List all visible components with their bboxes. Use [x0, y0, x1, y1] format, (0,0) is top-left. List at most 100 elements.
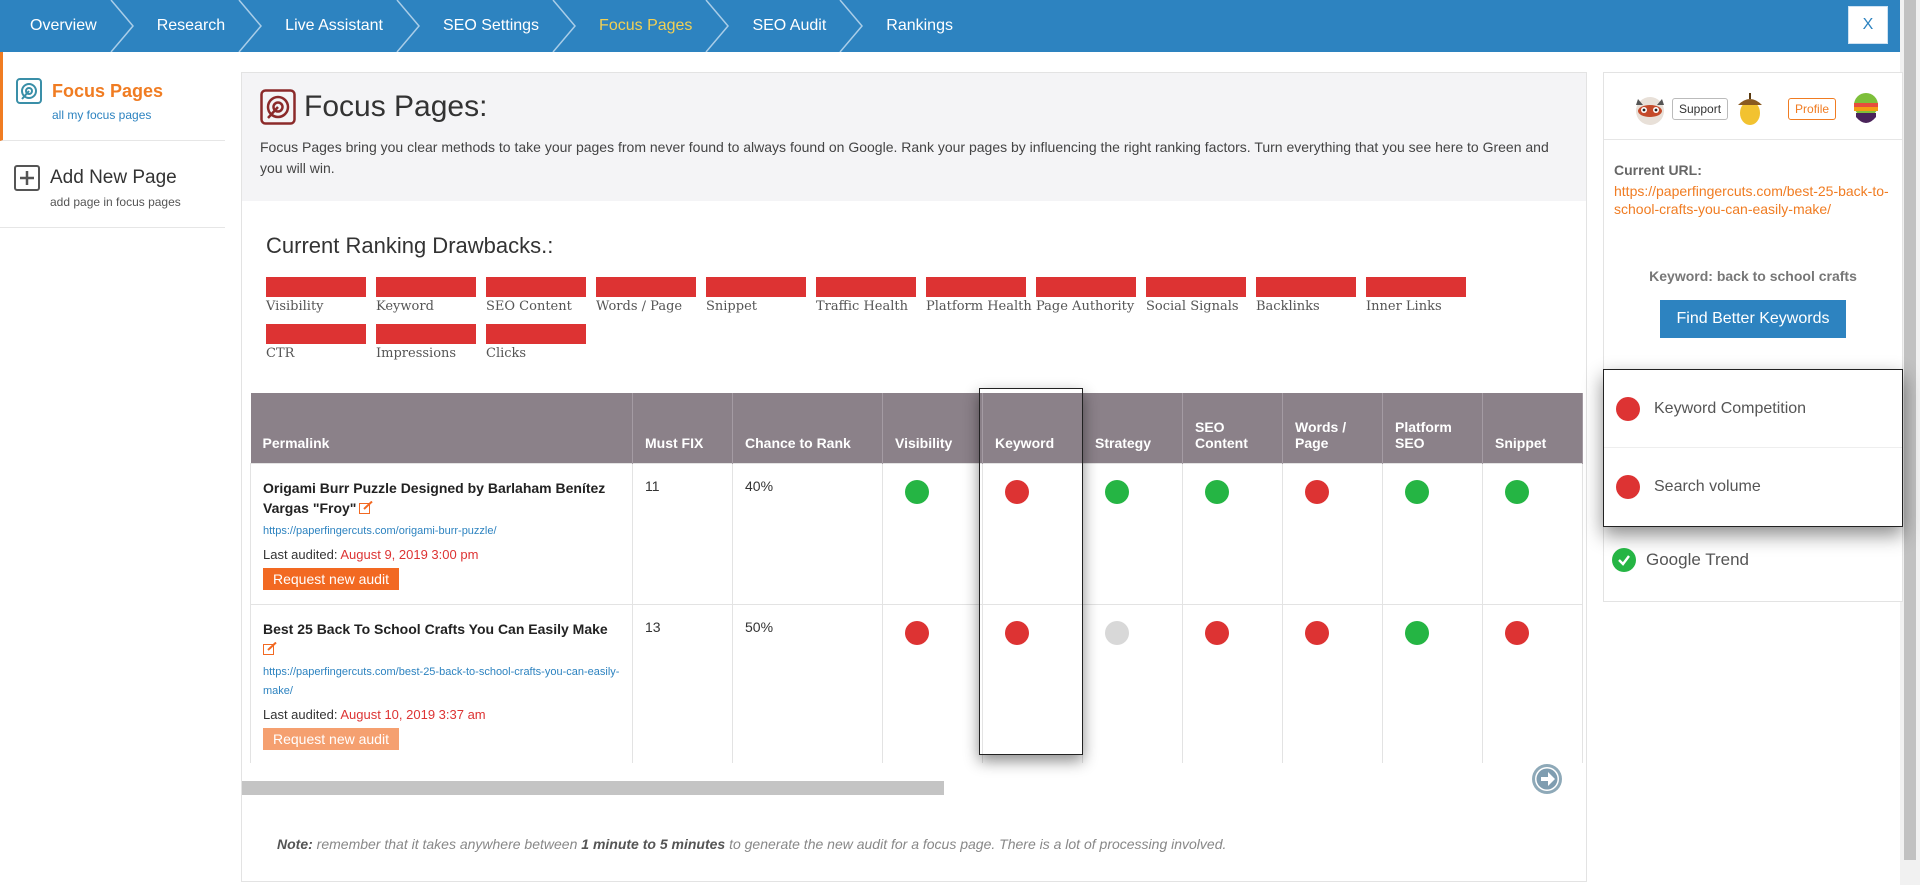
drawback-bar: [596, 277, 696, 297]
page-title-link[interactable]: Origami Burr Puzzle Designed by Barlaham…: [263, 478, 620, 518]
strategy-cell: [1082, 603, 1183, 763]
page-title-link[interactable]: Best 25 Back To School Crafts You Can Ea…: [263, 619, 620, 659]
edit-icon[interactable]: [359, 500, 374, 514]
page-header: Focus Pages: Focus Pages bring you clear…: [242, 73, 1586, 201]
request-new-audit-button[interactable]: Request new audit: [263, 567, 399, 590]
visibility-cell: [882, 603, 983, 763]
drawback-label: SEO Content: [486, 299, 572, 314]
crumb-label: SEO Audit: [752, 17, 827, 34]
crumb-live-assistant[interactable]: Live Assistant: [255, 0, 420, 52]
support-button[interactable]: Support: [1672, 98, 1729, 120]
drawback-tags: Visibility Keyword SEO Content Words / Page…: [266, 277, 1476, 371]
acorn-icon[interactable]: [1732, 91, 1768, 127]
crumb-seo-settings[interactable]: SEO Settings: [413, 0, 577, 52]
check-label: Google Trend: [1646, 550, 1750, 569]
drawback-bar: [376, 277, 476, 297]
keyword-cell: [982, 603, 1083, 763]
drawback-bar: [1036, 277, 1136, 297]
status-dot: [1405, 479, 1429, 504]
raccoon-mascot-icon[interactable]: [1632, 91, 1668, 127]
crumb-seo-audit[interactable]: SEO Audit: [722, 0, 864, 52]
status-dot[interactable]: [1005, 620, 1029, 645]
permalink-cell: Origami Burr Puzzle Designed by Barlaham…: [250, 462, 633, 605]
scrollbar-thumb[interactable]: [1904, 0, 1916, 860]
page-title-text: Best 25 Back To School Crafts You Can Ea…: [263, 620, 608, 637]
status-dot: [1505, 479, 1529, 504]
drawback-tag: Inner Links: [1366, 277, 1476, 314]
words-page-cell: [1282, 462, 1383, 605]
drawback-tag: Social Signals: [1146, 277, 1256, 314]
drawbacks-title: Current Ranking Drawbacks.:: [266, 233, 554, 258]
platform-seo-cell: [1382, 603, 1483, 763]
crumb-research[interactable]: Research: [127, 0, 263, 52]
focus-target-icon: [16, 78, 42, 104]
sidebar-item-label: Add New Page: [50, 167, 177, 188]
request-new-audit-button[interactable]: Request new audit: [263, 727, 399, 750]
col-header: Platform SEO: [1382, 393, 1483, 463]
note-text: to generate the new audit for a focus pa…: [729, 836, 1227, 852]
drawback-label: Page Authority: [1036, 299, 1135, 314]
status-dot: [1305, 620, 1329, 645]
page-url-link[interactable]: https://paperfingercuts.com/origami-burr…: [263, 522, 620, 541]
drawback-label: Traffic Health: [816, 299, 908, 314]
status-dot: [1105, 479, 1129, 504]
arrow-right-icon[interactable]: [1531, 763, 1563, 795]
note-prefix: Note:: [277, 836, 313, 852]
status-dot: [1105, 620, 1129, 645]
seo-content-cell: [1182, 462, 1283, 605]
edit-icon[interactable]: [263, 641, 277, 655]
sidebar-item-focus-pages[interactable]: Focus Pages all my focus pages: [0, 52, 225, 141]
col-header: Strategy: [1082, 393, 1183, 463]
permalink-cell: Best 25 Back To School Crafts You Can Ea…: [250, 603, 633, 763]
focus-target-icon: [260, 89, 296, 125]
drawback-tag: Snippet: [706, 277, 816, 314]
sidebar-item-add-new-page[interactable]: Add New Page add page in focus pages: [0, 141, 225, 228]
plus-square-icon: [14, 165, 40, 191]
current-url-label: Current URL:: [1614, 162, 1702, 178]
vertical-scrollbar[interactable]: [1900, 0, 1920, 885]
crumb-label: SEO Settings: [443, 17, 540, 34]
page-url-link[interactable]: https://paperfingercuts.com/best-25-back…: [263, 663, 620, 701]
status-dot: [1305, 479, 1329, 504]
drawback-tag: Words / Page: [596, 277, 706, 314]
crumb-rankings[interactable]: Rankings: [856, 0, 983, 52]
crumb-focus-pages[interactable]: Focus Pages: [569, 0, 730, 52]
keyword-checks-popup: Keyword Competition Search volume: [1603, 369, 1903, 527]
crumb-overview[interactable]: Overview: [0, 0, 134, 52]
status-dot[interactable]: [1005, 479, 1029, 504]
note-emphasis: 1 minute to 5 minutes: [581, 836, 726, 852]
current-url-link[interactable]: https://paperfingercuts.com/best-25-back…: [1614, 182, 1892, 218]
user-avatar-icon[interactable]: [1848, 91, 1884, 127]
drawback-bar: [926, 277, 1026, 297]
col-header: Chance to Rank: [732, 393, 883, 463]
table-header-row: Permalink Must FIX Chance to Rank Visibi…: [250, 393, 1583, 463]
checkmark-icon: [1612, 548, 1636, 572]
drawback-label: Inner Links: [1366, 299, 1442, 314]
sidebar-item-subtitle: add page in focus pages: [50, 195, 181, 209]
main-panel: Focus Pages: Focus Pages bring you clear…: [241, 72, 1587, 882]
crumb-label: Focus Pages: [599, 17, 693, 34]
sidebar: Focus Pages all my focus pages Add New P…: [0, 52, 225, 885]
snippet-cell: [1482, 603, 1583, 763]
crumb-label: Research: [156, 17, 226, 34]
drawback-bar: [816, 277, 916, 297]
status-dot: [1616, 475, 1640, 499]
close-button[interactable]: X: [1848, 6, 1888, 44]
scrollbar-thumb[interactable]: [242, 781, 944, 795]
drawback-bar: [266, 277, 366, 297]
drawback-bar: [486, 324, 586, 344]
horizontal-scrollbar[interactable]: [242, 781, 1368, 797]
chance-cell: 40%: [732, 462, 883, 605]
col-header: Must FIX: [632, 393, 733, 463]
drawback-tag: Clicks: [486, 324, 596, 361]
keyword-label: Keyword: back to school crafts: [1649, 268, 1857, 284]
table-row: Best 25 Back To School Crafts You Can Ea…: [250, 603, 1583, 763]
find-better-keywords-button[interactable]: Find Better Keywords: [1660, 300, 1846, 338]
page-description: Focus Pages bring you clear methods to t…: [260, 139, 1549, 176]
profile-button[interactable]: Profile: [1788, 98, 1837, 120]
drawback-bar: [486, 277, 586, 297]
divider: [1604, 139, 1902, 140]
focus-pages-table-container[interactable]: Permalink Must FIX Chance to Rank Visibi…: [250, 393, 1587, 763]
top-navigation-bar: Overview Research Live Assistant SEO Set…: [0, 0, 1900, 52]
col-header: Snippet: [1482, 393, 1583, 463]
